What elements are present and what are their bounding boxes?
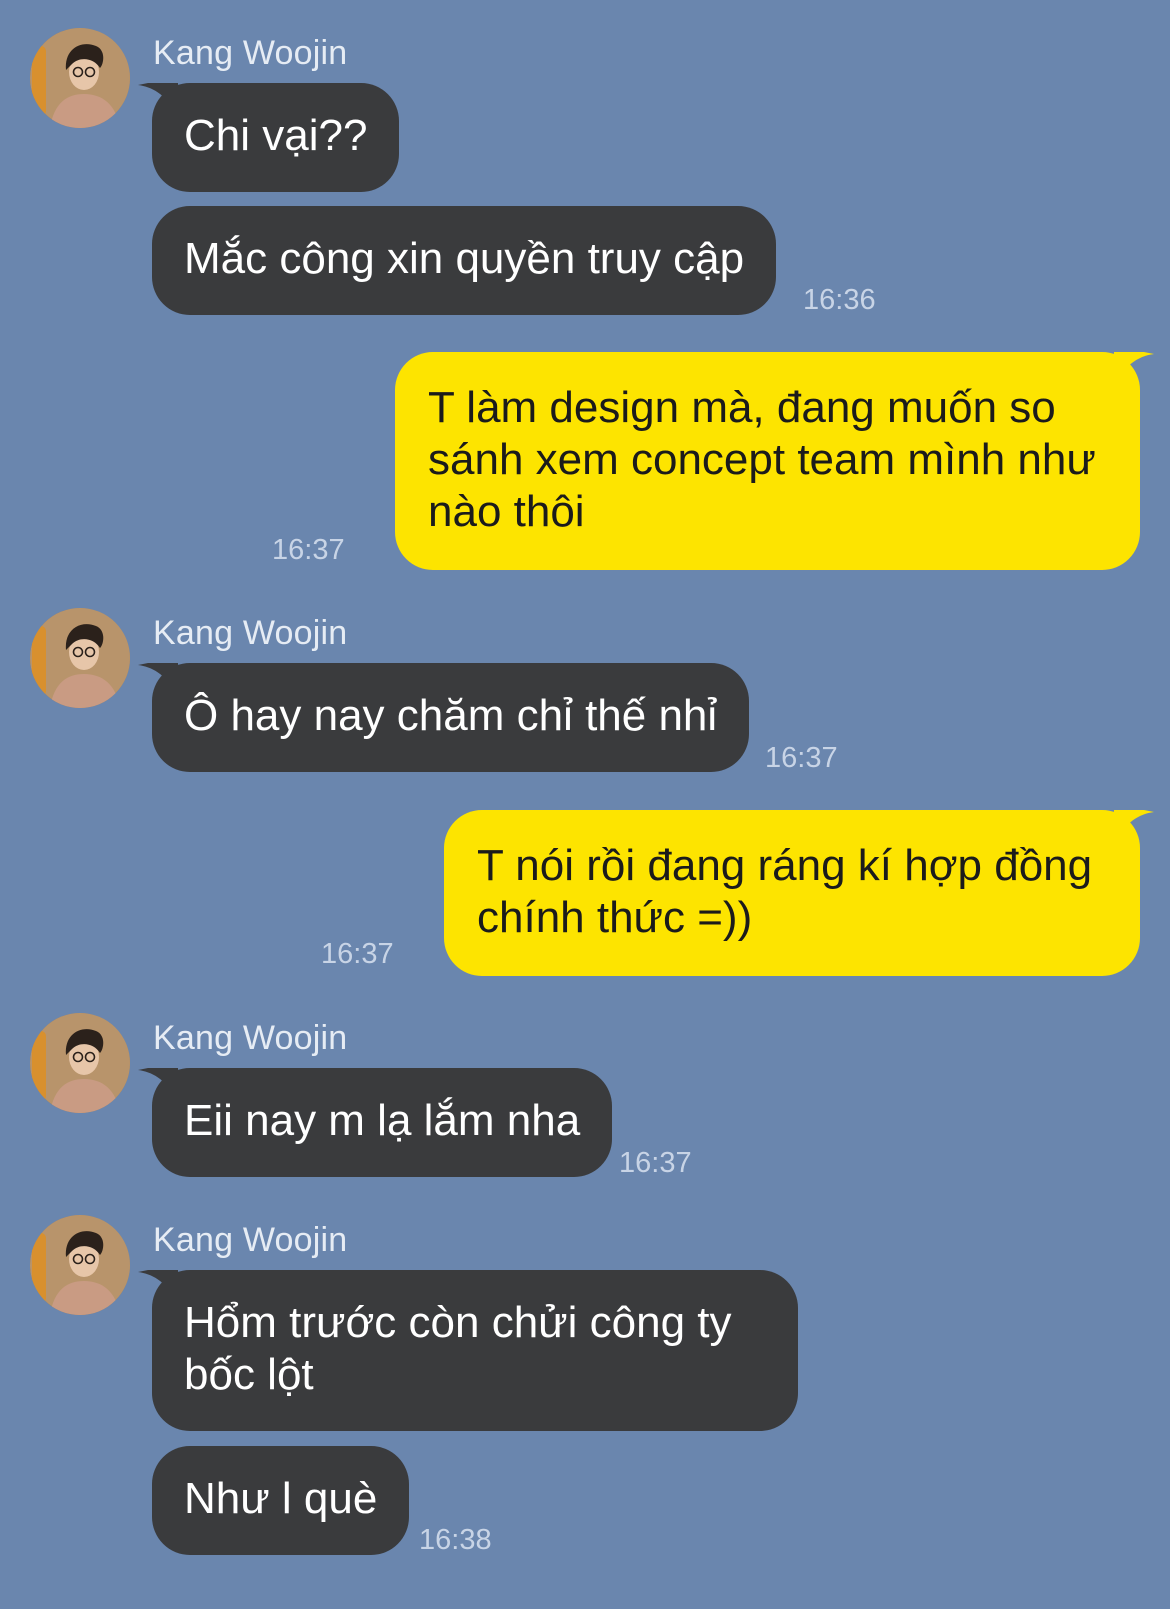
- message-bubble-incoming[interactable]: Như l què: [152, 1446, 410, 1555]
- profile-photo-icon: [30, 1013, 130, 1113]
- profile-photo-icon: [30, 28, 130, 128]
- bubble-tail: [138, 663, 178, 695]
- message-time: 16:36: [803, 284, 876, 316]
- bubble-tail: [1114, 352, 1154, 384]
- sender-name: Kang Woojin: [153, 1221, 348, 1259]
- message-text: Hổm trước còn chửi công ty bốc lột: [184, 1298, 732, 1399]
- message-text: Mắc công xin quyền truy cập: [184, 234, 745, 283]
- chat-view[interactable]: Kang Woojin Chi vại?? Mắc công xin quyền…: [0, 0, 1170, 1609]
- bubble-tail: [138, 83, 178, 115]
- bubble-tail: [138, 1270, 178, 1302]
- message-text: Như l què: [184, 1474, 378, 1523]
- message-text: Ô hay nay chăm chỉ thế nhỉ: [184, 691, 718, 740]
- bubble-tail: [1114, 810, 1154, 842]
- message-bubble-incoming[interactable]: Hổm trước còn chửi công ty bốc lột: [138, 1270, 798, 1431]
- message-text: T làm design mà, đang muốn so sánh xem c…: [428, 383, 1096, 536]
- message-time: 16:37: [321, 938, 394, 970]
- avatar[interactable]: [30, 1013, 130, 1113]
- message-text: Eii nay m lạ lắm nha: [184, 1096, 581, 1145]
- avatar[interactable]: [30, 28, 130, 128]
- sender-name: Kang Woojin: [153, 614, 348, 652]
- message-text: T nói rồi đang ráng kí hợp đồng chính th…: [477, 841, 1093, 942]
- avatar[interactable]: [30, 608, 130, 708]
- profile-photo-icon: [30, 1215, 130, 1315]
- message-time: 16:37: [619, 1147, 692, 1179]
- message-bubble-incoming[interactable]: Eii nay m lạ lắm nha: [138, 1068, 613, 1177]
- message-bubble-outgoing[interactable]: T nói rồi đang ráng kí hợp đồng chính th…: [444, 810, 1154, 976]
- message-time: 16:37: [272, 534, 345, 566]
- message-time: 16:37: [765, 742, 838, 774]
- avatar[interactable]: [30, 1215, 130, 1315]
- message-time: 16:38: [419, 1524, 492, 1556]
- profile-photo-icon: [30, 608, 130, 708]
- message-bubble-outgoing[interactable]: T làm design mà, đang muốn so sánh xem c…: [395, 352, 1154, 570]
- message-text: Chi vại??: [184, 111, 368, 160]
- sender-name: Kang Woojin: [153, 34, 348, 72]
- message-bubble-incoming[interactable]: Mắc công xin quyền truy cập: [152, 206, 777, 315]
- bubble-tail: [138, 1068, 178, 1100]
- sender-name: Kang Woojin: [153, 1019, 348, 1057]
- message-bubble-incoming[interactable]: Chi vại??: [138, 83, 400, 192]
- message-bubble-incoming[interactable]: Ô hay nay chăm chỉ thế nhỉ: [138, 663, 750, 772]
